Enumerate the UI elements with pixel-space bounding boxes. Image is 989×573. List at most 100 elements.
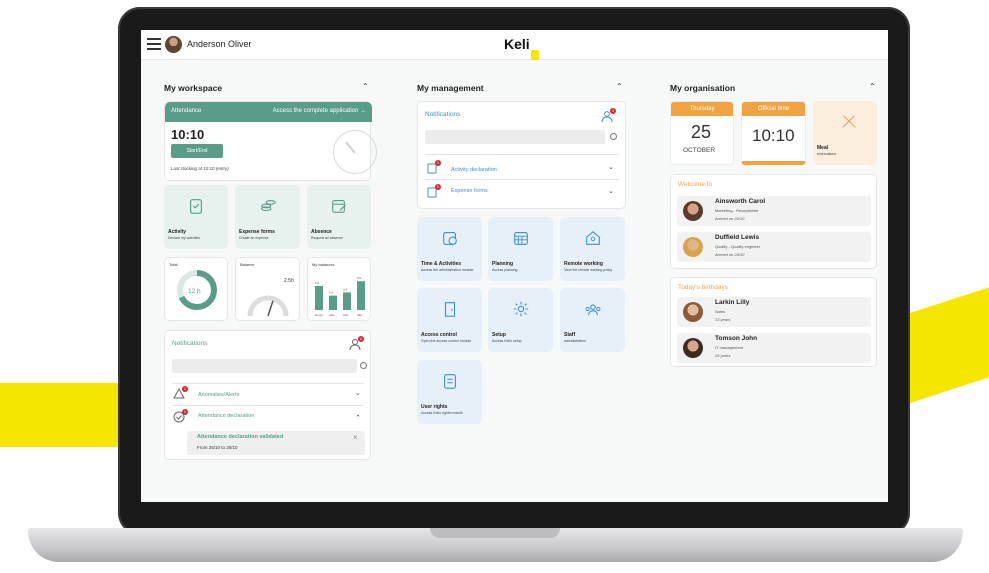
workspace-collapse-icon[interactable]: ⌃ — [362, 82, 369, 91]
attendance-card: Attendance Access the complete applicati… — [164, 101, 377, 181]
tile-access-control[interactable]: Access control Open the access control m… — [417, 288, 482, 352]
search-icon[interactable] — [610, 133, 617, 140]
coins-icon — [260, 200, 276, 212]
welcome-person[interactable]: Ainsworth Carol Marketing - Receptionist… — [677, 196, 871, 226]
avatar — [683, 201, 703, 221]
balance-bar-label: Abs. — [329, 313, 335, 317]
person-name: Tomson John — [715, 335, 758, 342]
anomalies-badge: 1 — [182, 386, 188, 392]
tile-activity[interactable]: Activity Declare my activities — [164, 185, 228, 249]
tile-user-rights-sub: Access Kelio rights module — [421, 411, 464, 415]
menu-icon[interactable] — [147, 38, 161, 50]
home-user-icon — [585, 230, 600, 245]
total-label: Total — [169, 262, 178, 267]
balance-bar-top: 0.0 — [315, 281, 320, 285]
laptop-notch — [430, 528, 560, 538]
balances-widget[interactable]: My balances 0.0 Hours 0.0 Abs. 0.0 Abs. 0.0 Vac… — [307, 257, 371, 321]
tile-setup[interactable]: Setup Access Kelio setup — [488, 288, 553, 352]
birthdays-card: Today's birthdays Larkin Lilly Sales 33 … — [670, 277, 877, 367]
birthday-person[interactable]: Tomson John IT management 26 years — [677, 333, 871, 363]
official-time-value: 10:10 — [752, 126, 795, 145]
balance-bar — [315, 286, 323, 310]
last-clocking: Last clocking at 10:10 (entry) — [171, 166, 229, 171]
tile-expense-forms[interactable]: Expense forms Create an expense — [235, 185, 300, 249]
total-widget[interactable]: Total 12 h — [164, 257, 228, 321]
balance-bar-top: 0.0 — [357, 276, 362, 280]
avatar[interactable] — [165, 36, 182, 53]
complete-app-label: Access the complete application — [272, 108, 359, 114]
cutlery-icon — [842, 115, 856, 128]
balance-bar-label: Hours — [315, 313, 324, 317]
balance-widget[interactable]: Balance 2.5h — [235, 257, 300, 321]
chevron-up-icon[interactable]: ⌃ — [355, 414, 361, 422]
welcome-person[interactable]: Duffield Lewis Quality - Quality enginee… — [677, 232, 871, 262]
avatar — [683, 237, 703, 257]
tile-planning[interactable]: Planning Access planning — [488, 217, 553, 281]
person-role: Marketing - Receptionist — [715, 208, 759, 213]
tile-absence-sub: Request an absence — [311, 236, 344, 240]
balance-bar-label: Abs. — [343, 313, 349, 317]
tile-absence[interactable]: Absence Request an absence — [307, 185, 371, 249]
tile-setup-title: Setup — [492, 332, 506, 338]
person-name: Ainsworth Carol — [715, 198, 766, 205]
tile-time-activities[interactable]: Time & Activities Access the administrat… — [417, 217, 482, 281]
date-month: OCTOBER — [683, 147, 716, 154]
search-icon[interactable] — [360, 362, 367, 369]
management-count-badge: 4 — [610, 108, 616, 114]
complete-app-link[interactable]: Access the complete application → — [273, 108, 366, 114]
management-title: My management — [417, 83, 484, 93]
chevron-down-icon[interactable]: ⌄ — [608, 163, 614, 171]
calendar-edit-icon — [332, 200, 346, 213]
management-search-input[interactable] — [425, 130, 605, 144]
chevron-down-icon[interactable]: ⌄ — [608, 187, 614, 195]
balance-bar-label: Vac. — [357, 313, 363, 317]
date-day: 25 — [691, 122, 712, 142]
team-icon — [585, 304, 600, 316]
activity-declaration-badge: 1 — [435, 160, 441, 166]
tile-expense-title: Expense forms — [239, 229, 275, 235]
clipboard-icon — [190, 199, 202, 214]
tile-user-rights[interactable]: User rights Access Kelio rights module — [417, 360, 482, 424]
close-icon[interactable]: × — [353, 433, 358, 442]
tile-staff-title: Staff — [564, 332, 576, 338]
tile-remote-working[interactable]: Remote working View the remote working p… — [560, 217, 625, 281]
management-collapse-icon[interactable]: ⌃ — [616, 82, 623, 91]
current-time: 10:10 — [171, 127, 205, 142]
organisation-collapse-icon[interactable]: ⌃ — [869, 82, 876, 91]
detail-sub: From 25/10 to 30/10 — [197, 445, 238, 450]
workspace-search-input[interactable] — [172, 359, 357, 373]
balance-bar-top: 0.0 — [329, 291, 334, 295]
meal-reservations-tile[interactable]: Meal reservations — [813, 101, 877, 165]
management-notifications-title: Notifications — [425, 111, 461, 118]
anomalies-alerts-item[interactable]: Anomalies/Alerts — [198, 392, 239, 398]
balance-label: Balance — [240, 262, 255, 267]
tile-remote-title: Remote working — [564, 261, 603, 267]
door-icon — [444, 302, 455, 317]
birthday-person[interactable]: Larkin Lilly Sales 33 years — [677, 297, 871, 327]
tile-planning-sub: Access planning — [492, 268, 518, 272]
person-note: 33 years — [715, 317, 731, 322]
attendance-header: Attendance Access the complete applicati… — [165, 102, 372, 122]
avatar — [683, 302, 703, 322]
expense-forms-item[interactable]: Expense forms — [451, 188, 488, 194]
tile-remote-sub: View the remote working policy — [564, 268, 613, 272]
attendance-declaration-badge: 1 — [182, 409, 188, 415]
chevron-down-icon[interactable]: ⌄ — [355, 389, 361, 397]
attendance-title: Attendance — [171, 108, 202, 114]
user-name[interactable]: Anderson Oliver — [187, 39, 252, 49]
total-value: 12 h — [188, 288, 201, 295]
person-role: IT management — [715, 345, 743, 350]
calendar-clock-icon — [442, 232, 457, 245]
attendance-declaration-item[interactable]: Attendance declaration — [198, 413, 254, 419]
balance-gauge — [247, 295, 289, 317]
activity-declaration-item[interactable]: Activity declaration — [451, 167, 497, 173]
start-end-button[interactable]: Start/End — [171, 144, 223, 158]
tile-staff[interactable]: Staff administration — [560, 288, 625, 352]
tile-activity-title: Activity — [168, 229, 187, 235]
person-note: 26 years — [715, 353, 731, 358]
official-time-card: Official time 10:10 — [741, 101, 806, 165]
clock-icon — [333, 130, 377, 174]
checklist-icon — [443, 374, 456, 389]
balances-label: My balances — [312, 262, 335, 267]
organisation-title: My organisation — [670, 83, 736, 93]
